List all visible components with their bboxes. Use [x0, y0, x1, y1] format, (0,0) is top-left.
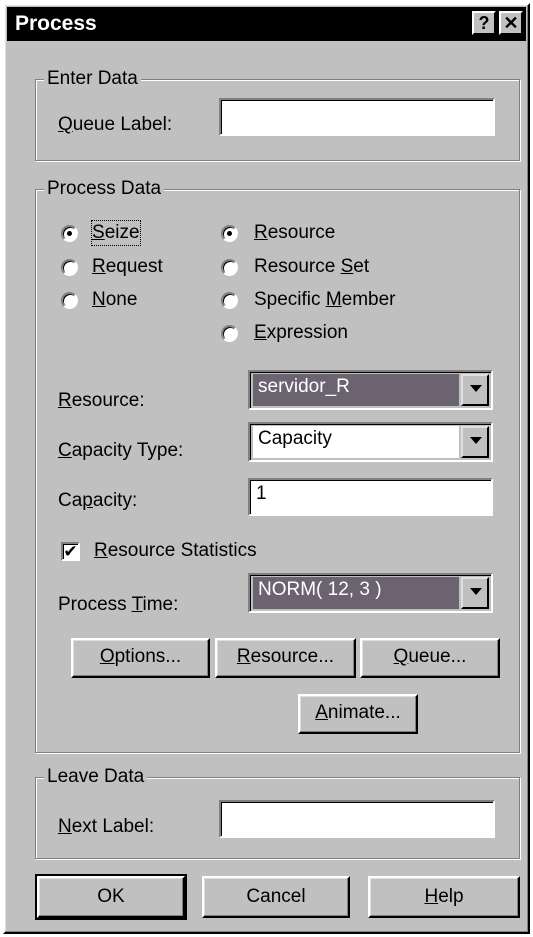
- radio-expression-label[interactable]: Expression: [254, 321, 348, 345]
- radio-specific-member-label[interactable]: Specific Member: [254, 288, 396, 312]
- process-time-caption: Process Time:: [58, 594, 179, 615]
- resource-select-value: servidor_R: [253, 374, 459, 406]
- resource-button[interactable]: Resource...: [215, 638, 356, 678]
- capacity-type-select[interactable]: Capacity: [248, 422, 493, 462]
- radio-resource-set-label[interactable]: Resource Set: [254, 255, 369, 279]
- capacity-input[interactable]: 1: [248, 478, 493, 516]
- radio-resource-set[interactable]: [221, 259, 238, 276]
- radio-request[interactable]: [61, 259, 78, 276]
- animate-button[interactable]: Animate...: [298, 694, 418, 734]
- process-data-group: Process Data Seize Request None Resource…: [35, 177, 520, 753]
- queue-button[interactable]: Queue...: [360, 638, 500, 678]
- options-button[interactable]: Options...: [71, 638, 210, 678]
- check-icon: ✔: [63, 542, 78, 561]
- radio-expression[interactable]: [221, 325, 238, 342]
- enter-data-group: Enter Data Queue Label:: [35, 67, 520, 161]
- resource-statistics-checkbox[interactable]: ✔: [61, 542, 80, 561]
- radio-resource[interactable]: [221, 225, 238, 242]
- capacity-caption: Capacity:: [58, 490, 138, 511]
- radio-seize-label[interactable]: Seize: [91, 220, 141, 246]
- process-dialog: Process ? ✕ Enter Data Queue Label: Proc…: [3, 3, 530, 934]
- radio-request-label[interactable]: Request: [92, 255, 163, 279]
- help-button[interactable]: Help: [368, 876, 520, 918]
- resource-caption: Resource:: [58, 390, 145, 411]
- leave-data-group: Leave Data Next Label:: [35, 765, 520, 859]
- title-bar[interactable]: Process ? ✕: [7, 7, 526, 41]
- queue-label-input[interactable]: [219, 98, 495, 136]
- chevron-down-icon[interactable]: [461, 374, 489, 406]
- ok-button[interactable]: OK: [35, 874, 187, 920]
- process-data-legend: Process Data: [44, 177, 165, 201]
- next-label-caption: Next Label:: [58, 816, 155, 837]
- queue-label-caption: Queue Label:: [58, 114, 173, 135]
- cancel-button[interactable]: Cancel: [202, 876, 350, 918]
- capacity-type-select-value: Capacity: [253, 426, 459, 458]
- radio-none[interactable]: [61, 292, 78, 309]
- enter-data-legend: Enter Data: [44, 67, 141, 91]
- close-icon[interactable]: ✕: [499, 11, 523, 35]
- next-label-input[interactable]: [219, 800, 495, 838]
- chevron-down-icon[interactable]: [461, 426, 489, 458]
- process-time-select-value: NORM( 12, 3 ): [253, 577, 459, 609]
- capacity-type-caption: Capacity Type:: [58, 440, 184, 461]
- resource-select[interactable]: servidor_R: [248, 370, 493, 410]
- radio-specific-member[interactable]: [221, 292, 238, 309]
- chevron-down-icon[interactable]: [461, 577, 489, 609]
- resource-statistics-label[interactable]: Resource Statistics: [94, 539, 257, 563]
- radio-seize[interactable]: [61, 225, 78, 242]
- help-icon[interactable]: ?: [472, 11, 496, 35]
- radio-resource-label[interactable]: Resource: [254, 221, 335, 245]
- leave-data-legend: Leave Data: [44, 765, 148, 789]
- process-time-select[interactable]: NORM( 12, 3 ): [248, 573, 493, 613]
- radio-none-label[interactable]: None: [92, 288, 137, 312]
- dialog-title: Process: [15, 12, 97, 35]
